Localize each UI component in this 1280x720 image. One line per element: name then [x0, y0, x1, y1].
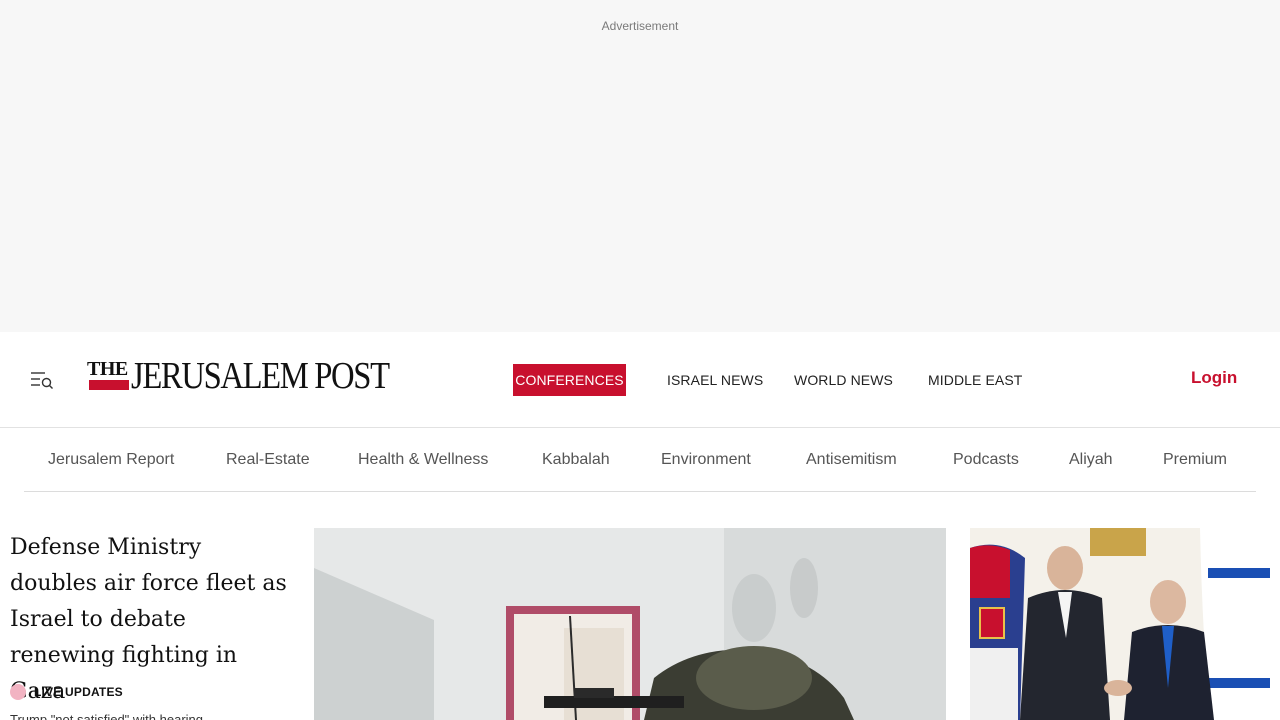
- nav-conferences[interactable]: CONFERENCES: [513, 364, 626, 396]
- live-updates-label: LIVE UPDATES: [34, 685, 123, 699]
- live-updates-badge[interactable]: LIVE UPDATES: [10, 684, 123, 700]
- subnav-item-aliyah[interactable]: Aliyah: [1069, 451, 1113, 469]
- subnav-item-premium[interactable]: Premium: [1163, 451, 1227, 469]
- subnav-item-environment[interactable]: Environment: [661, 451, 751, 469]
- advertisement-label: Advertisement: [601, 19, 679, 33]
- menu-search-icon[interactable]: [30, 370, 54, 390]
- nav-israel-news[interactable]: ISRAEL NEWS: [667, 364, 763, 396]
- subnav-item-real-estate[interactable]: Real-Estate: [226, 451, 310, 469]
- site-logo[interactable]: THE JERUSALEM POST: [87, 354, 390, 400]
- nav-world-news[interactable]: WORLD NEWS: [794, 364, 893, 396]
- login-link[interactable]: Login: [1191, 368, 1237, 388]
- advertisement-area: Advertisement: [0, 0, 1280, 332]
- subnav-item-podcasts[interactable]: Podcasts: [953, 451, 1019, 469]
- logo-red-bar: [89, 380, 129, 390]
- lead-headline[interactable]: Defense Ministry doubles air force fleet…: [10, 530, 290, 710]
- main-article-image[interactable]: [314, 528, 946, 720]
- live-dot-icon: [10, 684, 26, 700]
- lead-subheadline[interactable]: Trump "not satisfied" with hearing: [10, 712, 203, 720]
- subnav-item-jerusalem-report[interactable]: Jerusalem Report: [48, 451, 174, 469]
- logo-the: THE: [87, 358, 128, 380]
- section-subnav: Jerusalem Report Real-Estate Health & We…: [24, 429, 1256, 492]
- subnav-item-antisemitism[interactable]: Antisemitism: [806, 451, 897, 469]
- side-article-image[interactable]: [970, 528, 1270, 720]
- nav-middle-east[interactable]: MIDDLE EAST: [928, 364, 1022, 396]
- site-header: THE JERUSALEM POST CONFERENCES ISRAEL NE…: [0, 332, 1280, 428]
- subnav-item-kabbalah[interactable]: Kabbalah: [542, 451, 610, 469]
- logo-name: JERUSALEM POST: [131, 355, 390, 397]
- subnav-item-health-wellness[interactable]: Health & Wellness: [358, 451, 488, 469]
